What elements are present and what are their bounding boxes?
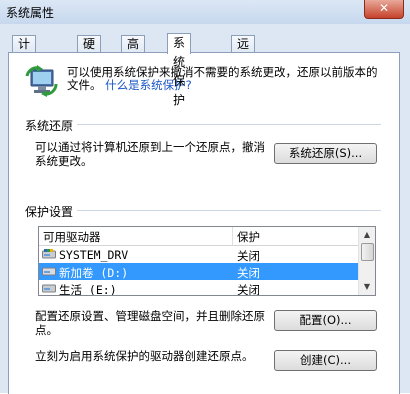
column-separator (232, 227, 233, 245)
restore-group-title: 系统还原 (25, 117, 78, 134)
tab-computer-name[interactable]: 计算机名 (12, 35, 37, 102)
system-protection-icon (25, 65, 58, 97)
drive-list-scrollbar[interactable]: ▲ ▼ (358, 227, 375, 295)
system-restore-button[interactable]: 系统还原(S)... (274, 143, 377, 164)
protection-status: 关闭 (237, 266, 260, 280)
restore-group-line (25, 124, 381, 125)
scroll-thumb[interactable] (361, 243, 374, 261)
drive-icon (42, 249, 56, 259)
configure-description: 配置还原设置、管理磁盘空间，并且删除还原点。 (35, 309, 265, 337)
tab-remote[interactable]: 远程 (231, 35, 256, 68)
restore-description: 可以通过将计算机还原到上一个还原点，撤消系统更改。 (35, 140, 265, 168)
tab-hardware[interactable]: 硬件 (77, 35, 102, 68)
drive-row[interactable]: 生活 (E:) 关闭 (39, 280, 359, 296)
protection-group-line (25, 210, 381, 211)
tab-system-protection[interactable]: 系统保护 (167, 33, 192, 107)
drive-name: 新加卷 (D:) (59, 266, 129, 280)
protection-status: 关闭 (237, 283, 260, 296)
create-description: 立刻为启用系统保护的驱动器创建还原点。 (35, 349, 254, 363)
intro-text: 可以使用系统保护来撤消不需要的系统更改，还原以前版本的文件。 什么是系统保护? (67, 66, 387, 92)
tab-advanced[interactable]: 高级 (121, 35, 146, 68)
title-bar: 系统属性 ✕ (0, 0, 410, 25)
window-title: 系统属性 (6, 6, 55, 20)
column-header-drive[interactable]: 可用驱动器 (43, 229, 101, 245)
close-button[interactable]: ✕ (364, 0, 404, 19)
tab-panel (8, 52, 400, 394)
create-button[interactable]: 创建(C)... (274, 350, 377, 371)
drive-icon (42, 267, 56, 276)
drive-name: SYSTEM_DRV (59, 248, 129, 262)
tab-label: 系统保护 (173, 36, 186, 107)
drive-list-header: 可用驱动器 保护 (39, 227, 359, 246)
drive-name: 生活 (E:) (59, 283, 117, 296)
drive-row-selected[interactable]: 新加卷 (D:) 关闭 (39, 263, 359, 280)
protection-status: 关闭 (237, 249, 260, 263)
drive-icon (42, 284, 56, 293)
configure-button[interactable]: 配置(O)... (274, 310, 377, 331)
column-header-protection[interactable]: 保护 (237, 229, 260, 245)
drive-row[interactable]: SYSTEM_DRV 关闭 (39, 246, 359, 263)
drive-list[interactable]: 可用驱动器 保护 SYSTEM_DRV 关闭 新加卷 (D:) 关闭 生活 (E… (38, 226, 376, 296)
scroll-up-arrow-icon[interactable]: ▲ (359, 227, 375, 243)
scroll-down-arrow-icon[interactable]: ▼ (359, 279, 375, 295)
protection-group-title: 保护设置 (25, 203, 78, 220)
close-icon: ✕ (378, 1, 390, 15)
